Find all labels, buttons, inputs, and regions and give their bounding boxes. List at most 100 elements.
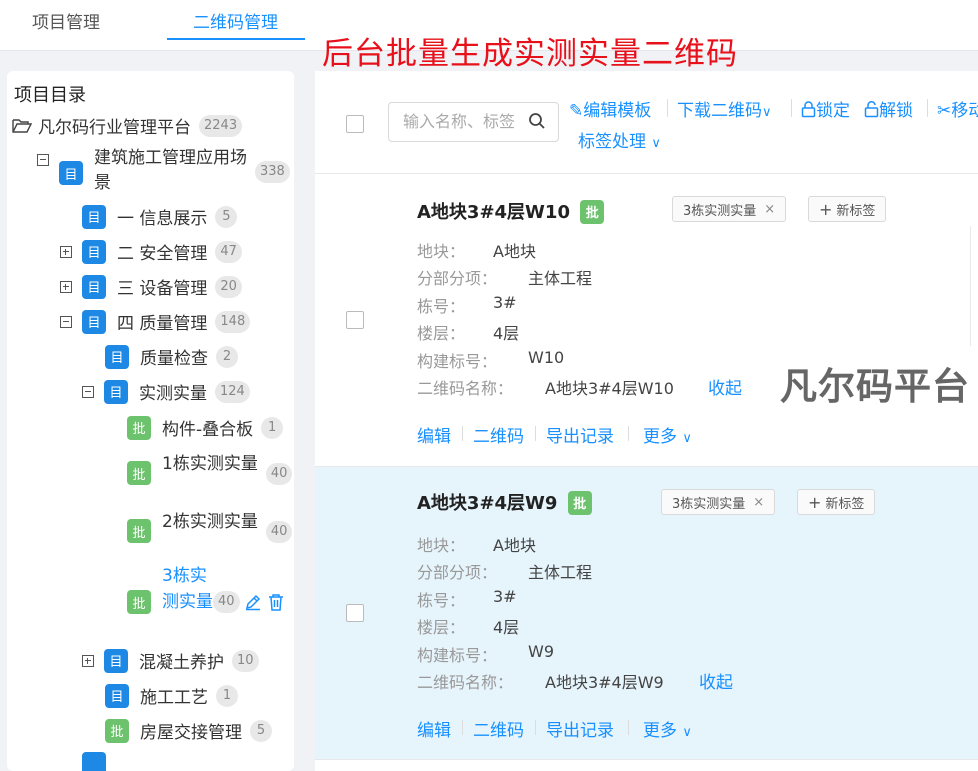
plus-icon: + (808, 492, 822, 512)
field-value-floor: 4层 (493, 324, 520, 343)
tree-item-building-1[interactable]: 批 1栋实测实量 40 (127, 449, 293, 485)
field-value-floor: 4层 (493, 618, 520, 637)
divider (927, 99, 928, 117)
chevron-down-icon: ∨ (682, 431, 692, 446)
card-checkbox[interactable] (346, 311, 364, 329)
field-value-plot: A地块 (493, 536, 536, 555)
tree-item-process[interactable]: 目 施工工艺 1 (105, 683, 238, 708)
toolbar: ✎编辑模板 下载二维码∨ 锁定 解锁 ✂移动 标签处理 ∨ (315, 71, 978, 174)
tree-item-label: 混凝土养护 (139, 653, 224, 673)
tag-process-button[interactable]: 标签处理 ∨ (578, 127, 661, 152)
tree-item-label: 房屋交接管理 (140, 723, 242, 743)
count-badge: 2 (216, 345, 238, 368)
count-badge: 40 (213, 591, 240, 613)
tree-root-label: 凡尔码行业管理平台 (38, 118, 191, 138)
tree-item-label: 质量检查 (140, 349, 208, 369)
export-records-link[interactable]: 导出记录 (546, 422, 614, 447)
tree-item-concrete[interactable]: 目 混凝土养护 10 (82, 648, 259, 673)
tree-item-label-wrap: 3栋实 测实量 (162, 563, 213, 615)
edit-icon: ✎ (569, 101, 584, 121)
field-label-floor: 楼层： (417, 324, 466, 343)
expand-toggle-icon[interactable] (82, 654, 94, 667)
tree-item-building-3-active[interactable]: 批 3栋实 测实量 40 (127, 563, 284, 615)
tree-root[interactable]: 凡尔码行业管理平台 2243 (12, 113, 243, 138)
tree-item-equipment[interactable]: 目 三 设备管理 20 (60, 274, 242, 299)
divider (628, 426, 629, 441)
search-input[interactable] (401, 111, 525, 132)
tab-project-management[interactable]: 项目管理 (32, 8, 100, 33)
qr-card[interactable]: A地块3#4层W9 批 3栋实测实量 × + 新标签 地块： A地块 分部分项： 主… (315, 467, 978, 760)
edit-pen-icon[interactable] (244, 593, 262, 611)
collapse-link[interactable]: 收起 (699, 668, 733, 693)
more-label: 更多 (643, 721, 677, 741)
trash-icon[interactable] (268, 593, 284, 611)
qr-list-panel: ✎编辑模板 下载二维码∨ 锁定 解锁 ✂移动 标签处理 ∨ A地块3#4层W10… (315, 71, 978, 771)
tree-item-label-cont: 景 (94, 173, 111, 193)
field-label-component: 构建标号： (417, 646, 498, 665)
tree-item-info[interactable]: 目 一 信息展示 5 (82, 204, 238, 229)
select-all-checkbox[interactable] (346, 115, 364, 133)
field-value-division: 主体工程 (528, 269, 593, 288)
tag-chip[interactable]: 3栋实测实量 × (672, 196, 787, 222)
collapse-toggle-icon[interactable] (82, 385, 94, 398)
expand-toggle-icon[interactable] (60, 245, 72, 258)
tree-item-label: 3栋实 (162, 566, 207, 586)
tree-item-label: 一 信息展示 (117, 209, 208, 229)
tree-item-building-2[interactable]: 批 2栋实测实量 40 (127, 507, 293, 543)
tree-item-component[interactable]: 批 构件-叠合板 1 (127, 415, 284, 440)
new-tag-button[interactable]: + 新标签 (808, 196, 887, 222)
move-button[interactable]: ✂移动 (937, 96, 978, 121)
qr-link[interactable]: 二维码 (473, 422, 524, 447)
field-value-qr-name: A地块3#4层W10 (545, 379, 674, 398)
search-icon[interactable] (528, 112, 546, 130)
edit-link[interactable]: 编辑 (417, 422, 451, 447)
new-tag-button[interactable]: + 新标签 (797, 489, 876, 515)
tree-item-label: 建筑施工管理应用场 (94, 148, 247, 168)
close-icon[interactable]: × (764, 202, 775, 217)
field-value-building: 3# (493, 587, 517, 606)
tree-item-partial[interactable] (82, 752, 117, 771)
tree-item-measurement[interactable]: 目 实测实量 124 (82, 379, 250, 404)
directory-badge: 目 (82, 274, 106, 299)
count-badge: 20 (215, 275, 242, 298)
more-dropdown[interactable]: 更多 ∨ (643, 422, 692, 447)
batch-badge: 批 (127, 461, 151, 485)
collapse-link[interactable]: 收起 (708, 374, 742, 399)
field-value-component: W9 (528, 642, 554, 661)
field-label-floor: 楼层： (417, 618, 466, 637)
lock-button[interactable]: 锁定 (801, 96, 850, 121)
tree-item-safety[interactable]: 目 二 安全管理 47 (60, 239, 242, 264)
export-records-link[interactable]: 导出记录 (546, 716, 614, 741)
expand-toggle-icon[interactable] (60, 280, 72, 293)
lock-icon (801, 101, 816, 118)
tree-item-handover[interactable]: 批 房屋交接管理 5 (105, 718, 272, 743)
field-label-division: 分部分项： (417, 563, 498, 582)
new-tag-label: 新标签 (825, 496, 865, 512)
tree-item-construction[interactable]: 目 建筑施工管理应用场 景 338 (37, 146, 290, 196)
tree-item-label: 实测实量 (139, 384, 207, 404)
collapse-toggle-icon[interactable] (37, 154, 49, 166)
directory-badge: 目 (105, 344, 129, 369)
tree-item-label: 二 安全管理 (117, 244, 208, 264)
qr-card[interactable]: A地块3#4层W10 批 3栋实测实量 × + 新标签 地块： A地块 分部分项： … (315, 174, 978, 467)
count-badge: 40 (265, 521, 293, 543)
edit-template-button[interactable]: ✎编辑模板 (569, 96, 651, 121)
tree-item-quality[interactable]: 目 四 质量管理 148 (60, 309, 251, 334)
edit-link[interactable]: 编辑 (417, 716, 451, 741)
unlock-button[interactable]: 解锁 (864, 96, 913, 121)
qr-link[interactable]: 二维码 (473, 716, 524, 741)
download-qr-button[interactable]: 下载二维码∨ (677, 96, 772, 121)
tag-chip[interactable]: 3栋实测实量 × (661, 489, 776, 515)
chevron-down-icon: ∨ (762, 105, 772, 120)
close-icon[interactable]: × (753, 495, 764, 510)
tag-process-label: 标签处理 (578, 132, 646, 152)
tree-item-label-wrap: 建筑施工管理应用场 景 (94, 146, 247, 196)
tree-item-quality-check[interactable]: 目 质量检查 2 (105, 344, 238, 369)
unlock-label: 解锁 (879, 101, 913, 121)
field-label-component: 构建标号： (417, 352, 498, 371)
card-checkbox[interactable] (346, 604, 364, 622)
more-dropdown[interactable]: 更多 ∨ (643, 716, 692, 741)
collapse-toggle-icon[interactable] (60, 315, 72, 328)
tab-qr-management[interactable]: 二维码管理 (193, 8, 278, 33)
count-badge: 10 (232, 649, 259, 672)
